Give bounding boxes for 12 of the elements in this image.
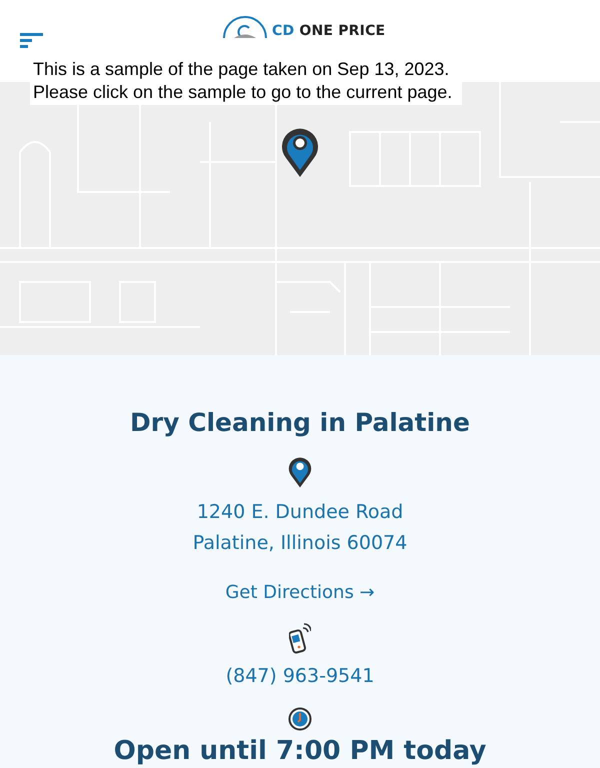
clock-icon (288, 706, 312, 730)
get-directions-link[interactable]: Get Directions → (225, 579, 375, 606)
address-line: Palatine, Illinois 60074 (192, 531, 408, 556)
phone-link[interactable]: (847) 963-9541 (226, 662, 374, 690)
menu-icon[interactable] (20, 33, 43, 48)
location-pin-icon (287, 455, 313, 489)
opening-hours: Open until 7:00 PM today (114, 734, 486, 766)
phone-icon (289, 622, 311, 654)
logo-icon (222, 16, 268, 38)
address-line: 1240 E. Dundee Road (196, 500, 404, 525)
section-title: Dry Cleaning in Palatine (130, 407, 470, 439)
logo-text[interactable]: CD ONE PRICE (272, 24, 386, 38)
